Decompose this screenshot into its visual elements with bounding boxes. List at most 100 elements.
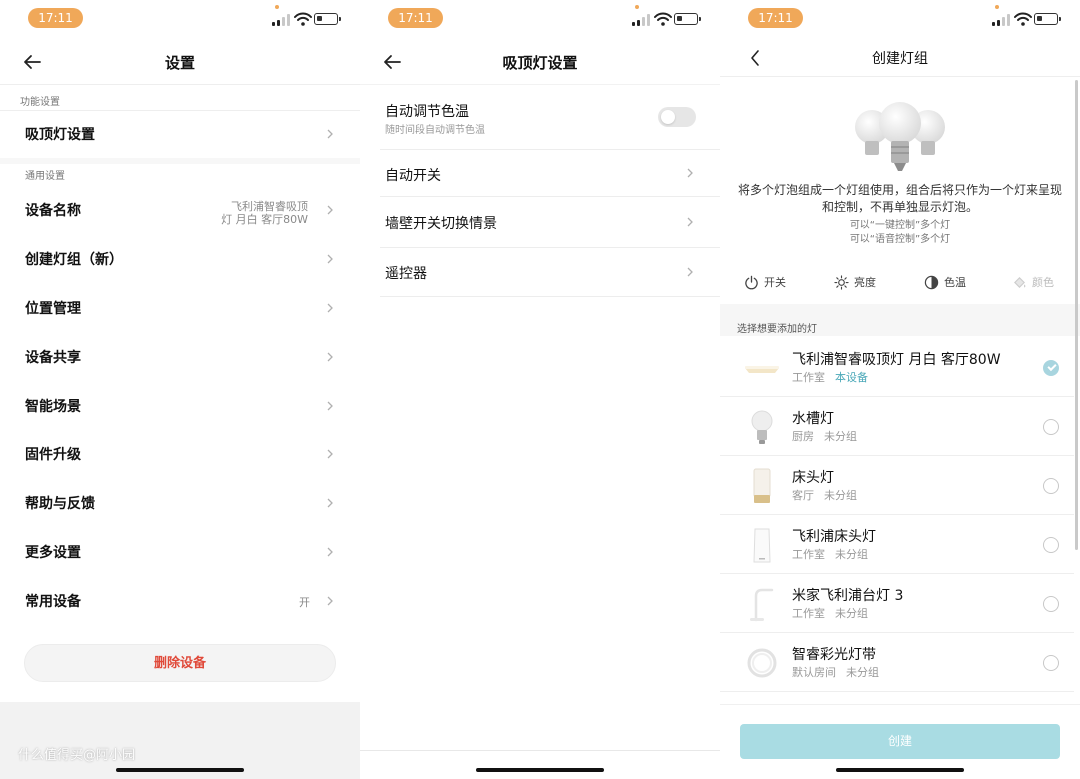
chevron-right-icon	[327, 547, 333, 557]
device-meta: 工作室 未分组	[792, 546, 868, 562]
device-name: 飞利浦智睿吸顶灯 月白 客厅80W	[792, 352, 1001, 368]
create-light-group-row[interactable]: 创建灯组（新）	[0, 235, 360, 283]
cellular-signal-icon	[992, 14, 1010, 26]
device-select-radio[interactable]	[1043, 537, 1059, 553]
select-lights-label: 选择想要添加的灯	[737, 324, 817, 335]
device-row[interactable]: 水槽灯 厨房 未分组	[720, 397, 1074, 456]
wifi-icon	[294, 12, 312, 26]
control-brightness: 亮度	[834, 274, 876, 290]
device-name-row[interactable]: 设备名称 飞利浦智睿吸顶 灯 月白 客厅80W	[0, 186, 360, 234]
row-label: 遥控器	[385, 266, 427, 282]
device-row[interactable]: 飞利浦床头灯 工作室 未分组	[720, 515, 1074, 574]
device-select-radio[interactable]	[1043, 596, 1059, 612]
divider	[720, 76, 1080, 77]
wifi-icon	[654, 12, 672, 26]
light-bulbs-illustration-icon	[855, 102, 945, 171]
device-name: 水槽灯	[792, 411, 834, 427]
row-label: 位置管理	[25, 301, 81, 317]
create-light-group-screen: 17:11 创建灯组 将多个灯泡组成一个灯组使用，组合后将只作为一个灯来呈现和控…	[720, 0, 1080, 779]
privacy-indicator-dot	[275, 5, 279, 9]
row-label: 智能场景	[25, 399, 81, 415]
common-device-row[interactable]: 常用设备 开	[0, 577, 360, 625]
back-arrow-icon[interactable]	[20, 50, 44, 74]
device-select-radio[interactable]	[1043, 478, 1059, 494]
chevron-right-icon	[327, 596, 333, 606]
bedside-lamp-icon	[753, 468, 771, 503]
device-row[interactable]: 智睿彩光灯带 默认房间 未分组	[720, 633, 1074, 692]
home-indicator[interactable]	[836, 768, 964, 772]
chevron-right-icon	[327, 401, 333, 411]
scrollbar[interactable]	[1075, 80, 1078, 550]
wall-switch-scene-row[interactable]: 墙壁开关切换情景	[380, 197, 720, 247]
ceiling-settings-header: 吸顶灯设置	[360, 40, 720, 84]
chevron-right-icon	[327, 449, 333, 459]
note-voice: 可以“语音控制”多个灯	[849, 234, 951, 245]
status-time: 17:11	[28, 8, 83, 28]
auto-color-temp-toggle[interactable]	[658, 107, 696, 127]
back-arrow-icon[interactable]	[380, 50, 404, 74]
row-label: 墙壁开关切换情景	[385, 216, 497, 232]
device-row[interactable]: 米家飞利浦台灯 3 工作室 未分组	[720, 574, 1074, 633]
row-label: 设备名称	[25, 203, 81, 219]
row-label: 设备共享	[25, 350, 81, 366]
device-name: 飞利浦床头灯	[792, 529, 876, 545]
device-row[interactable]: 飞利浦智睿吸顶灯 月白 客厅80W 工作室 本设备	[720, 338, 1074, 397]
control-color-temp-label: 色温	[944, 276, 966, 289]
device-meta: 工作室 未分组	[792, 605, 868, 621]
chevron-right-icon	[327, 254, 333, 264]
device-sharing-row[interactable]: 设备共享	[0, 333, 360, 381]
chevron-right-icon	[327, 129, 333, 139]
create-group-header: 创建灯组	[720, 36, 1080, 80]
section-gap	[0, 158, 360, 164]
divider	[380, 296, 720, 297]
device-meta: 默认房间 未分组	[792, 664, 879, 680]
status-time: 17:11	[748, 8, 803, 28]
row-label: 固件升级	[25, 447, 81, 463]
device-name-value-line2: 灯 月白 客厅80W	[221, 213, 308, 226]
status-bar: 17:11	[0, 0, 360, 36]
row-label: 更多设置	[25, 545, 81, 561]
device-select-radio[interactable]	[1043, 655, 1059, 671]
device-meta: 厨房 未分组	[792, 428, 857, 444]
delete-device-button[interactable]: 删除设备	[24, 644, 336, 682]
settings-screen: 17:11 设置 功能设置 吸顶灯设置 通用设置 设备名称 飞利浦智睿吸顶 灯 …	[0, 0, 360, 779]
device-row[interactable]: 床头灯 客厅 未分组	[720, 456, 1074, 515]
device-select-radio[interactable]	[1043, 419, 1059, 435]
control-color: 颜色	[1012, 274, 1054, 290]
battery-icon	[1034, 13, 1061, 25]
home-indicator[interactable]	[116, 768, 244, 772]
smart-scenes-row[interactable]: 智能场景	[0, 382, 360, 430]
more-settings-row[interactable]: 更多设置	[0, 528, 360, 576]
ceiling-light-settings-row[interactable]: 吸顶灯设置	[0, 110, 360, 158]
device-room: 工作室	[792, 607, 825, 620]
paint-bucket-icon	[1014, 276, 1026, 288]
device-name: 床头灯	[792, 470, 834, 486]
privacy-indicator-dot	[635, 5, 639, 9]
create-group-button[interactable]: 创建	[740, 724, 1060, 759]
row-label: 自动调节色温	[385, 104, 469, 120]
page-title: 吸顶灯设置	[502, 54, 578, 72]
row-label: 帮助与反馈	[25, 496, 95, 512]
device-room: 默认房间	[792, 666, 836, 679]
status-bar: 17:11	[720, 0, 1080, 36]
help-feedback-row[interactable]: 帮助与反馈	[0, 479, 360, 527]
auto-switch-row[interactable]: 自动开关	[380, 150, 720, 196]
chevron-right-icon	[687, 267, 693, 277]
device-status: 未分组	[846, 666, 879, 679]
cellular-signal-icon	[632, 14, 650, 26]
device-meta: 工作室 本设备	[792, 369, 868, 385]
device-status: 本设备	[835, 371, 868, 384]
device-select-radio[interactable]	[1043, 360, 1059, 376]
location-management-row[interactable]: 位置管理	[0, 284, 360, 332]
section-label-general: 通用设置	[25, 171, 65, 182]
control-power: 开关	[744, 274, 786, 290]
status-bar: 17:11	[360, 0, 720, 36]
firmware-upgrade-row[interactable]: 固件升级	[0, 430, 360, 478]
device-room: 客厅	[792, 489, 814, 502]
home-indicator[interactable]	[476, 768, 604, 772]
chevron-right-icon	[687, 217, 693, 227]
remote-control-row[interactable]: 遥控器	[380, 248, 720, 296]
back-chevron-icon[interactable]	[744, 46, 768, 70]
chevron-right-icon	[327, 352, 333, 362]
device-room: 厨房	[792, 430, 814, 443]
